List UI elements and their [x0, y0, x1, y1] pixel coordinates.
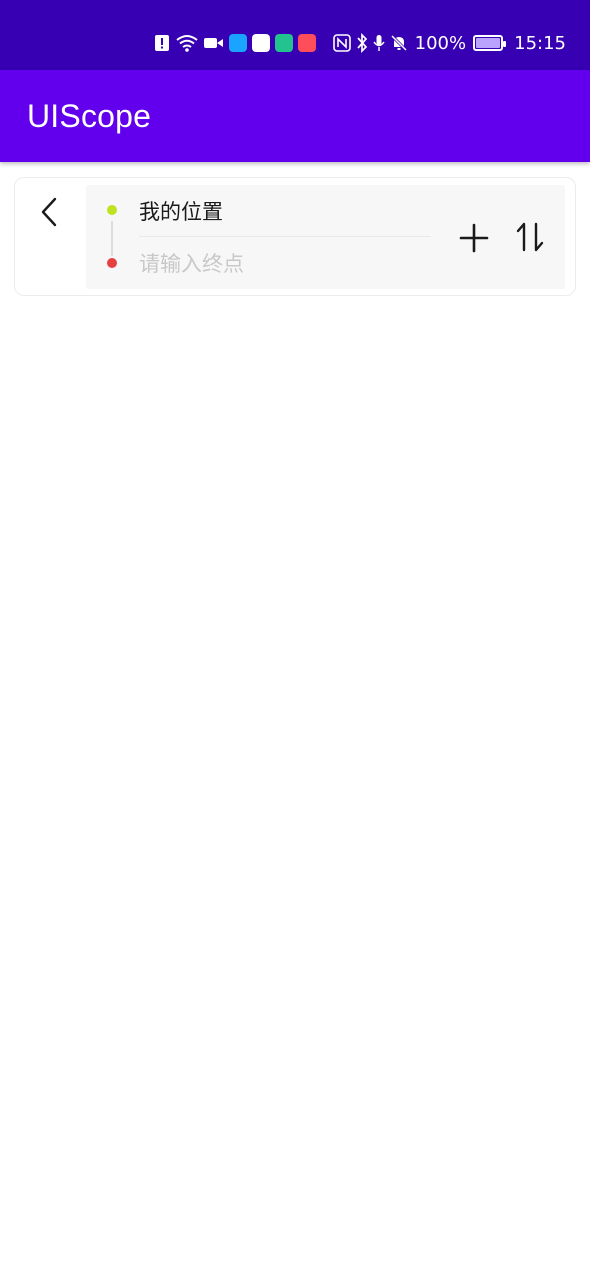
- app-bar: UIScope: [0, 70, 590, 162]
- start-location-field[interactable]: 我的位置: [139, 195, 431, 235]
- battery-percent: 100%: [414, 32, 467, 54]
- battery-icon: [473, 35, 507, 51]
- mute-bell-icon: [390, 34, 408, 52]
- back-button[interactable]: [33, 192, 65, 232]
- nfc-icon: [332, 34, 351, 52]
- end-dot-icon: [107, 258, 117, 268]
- add-waypoint-button[interactable]: [458, 221, 490, 255]
- status-icons: 100% 15:15: [154, 32, 566, 54]
- route-input-box: 我的位置: [86, 185, 565, 289]
- home-app-icon: [274, 34, 293, 52]
- status-bar: 100% 15:15: [0, 0, 590, 70]
- clock: 15:15: [514, 32, 566, 54]
- field-divider: [139, 236, 431, 237]
- alert-icon: [154, 34, 170, 52]
- app-title: UIScope: [27, 98, 152, 134]
- back-arrow-icon: [41, 197, 57, 227]
- destination-input[interactable]: [139, 245, 431, 283]
- swap-route-button[interactable]: [512, 219, 548, 255]
- huawei-app-icon: [251, 34, 270, 52]
- bluetooth-icon: [356, 33, 368, 53]
- red-app-icon: [297, 34, 316, 52]
- plus-icon: [459, 223, 489, 253]
- swap-icon: [516, 222, 544, 252]
- mic-icon: [373, 34, 385, 52]
- route-connector-line: [111, 221, 113, 256]
- wifi-icon: [175, 33, 199, 53]
- video-icon: [203, 36, 224, 50]
- search-app-icon: [228, 34, 247, 52]
- start-dot-icon: [107, 205, 117, 215]
- route-card: 我的位置: [14, 177, 576, 296]
